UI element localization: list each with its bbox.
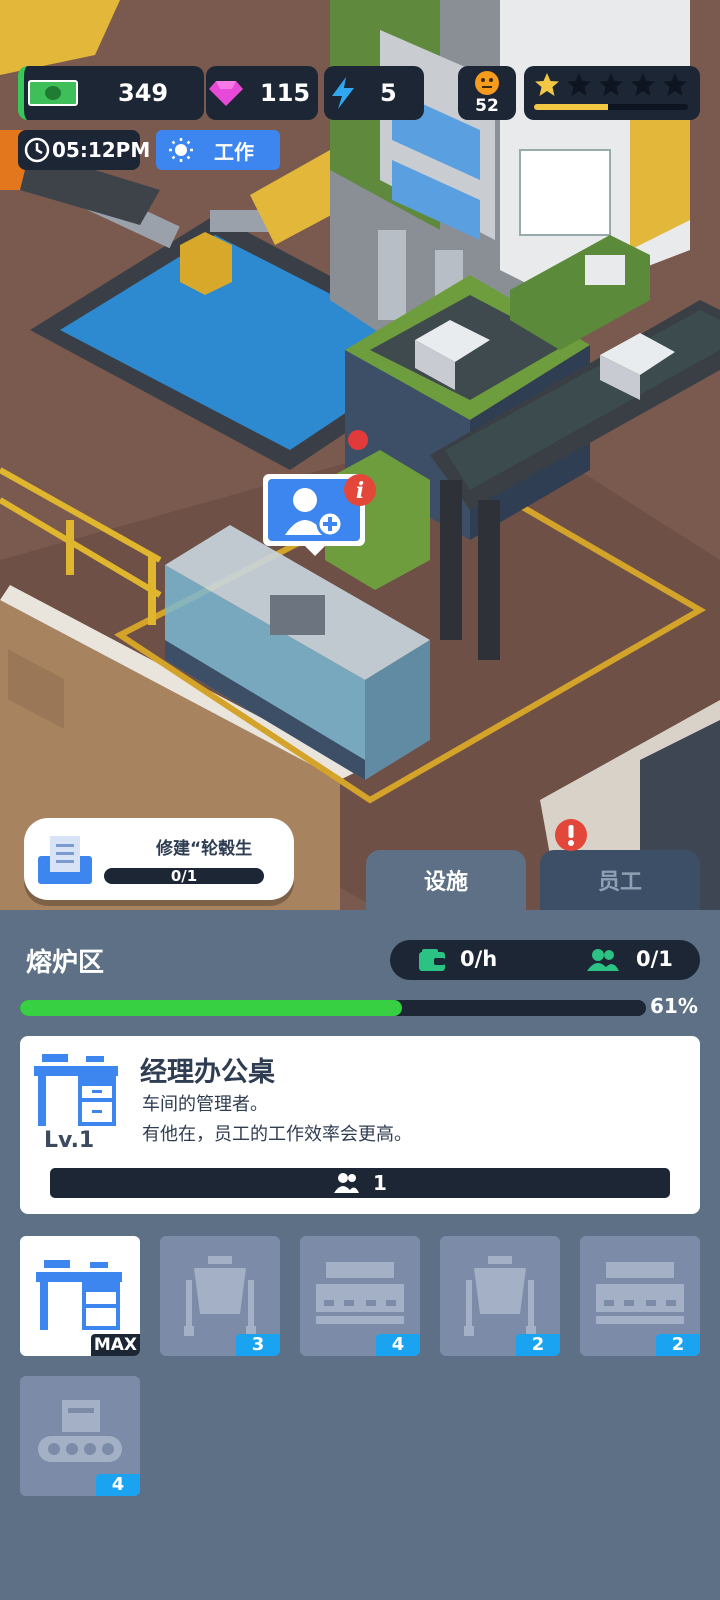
tab-staff[interactable]: 员工 [540,850,700,910]
gem-icon [208,79,244,107]
desk-icon [34,1054,118,1128]
workers-value: 0/1 [636,947,673,971]
task-document-icon [38,834,92,884]
furnace-icon [182,1256,258,1336]
task-title: 修建“轮毂生 [156,839,253,859]
facility-slot-furnace-2[interactable]: 2 [440,1236,560,1356]
zone-progress-bar [20,1000,646,1016]
gem-value: 115 [260,79,311,107]
mood-value: 52 [475,96,499,116]
mood-indicator[interactable]: 52 [458,66,516,120]
star-icon [630,72,656,102]
sun-icon [168,137,194,163]
slot-badge: 2 [516,1334,560,1356]
slot-badge: 3 [236,1334,280,1356]
facility-slot-press-1[interactable]: 4 [300,1236,420,1356]
zone-progress-percent: 61% [650,994,698,1018]
facility-panel: 熔炉区 0/h 0/1 61% Lv.1 经理办公桌 车间的管理者。 有他在，员… [0,910,720,1600]
star-rating[interactable] [524,66,700,120]
item-description-1: 车间的管理者。 [142,1094,268,1115]
cash-icon [28,79,78,107]
clock: 05:12PM [18,130,150,170]
zone-title: 熔炉区 [26,948,105,978]
zone-stats: 0/h 0/1 [390,940,700,980]
item-staff-count: 1 [373,1171,387,1195]
item-level: Lv.1 [44,1128,95,1153]
press-machine-icon [316,1262,404,1328]
build-task-card[interactable]: 修建“轮毂生 0/1 [24,818,294,900]
energy-value: 5 [380,79,397,107]
slot-badge: 4 [376,1334,420,1356]
slot-badge: 4 [96,1474,140,1496]
tab-facilities[interactable]: 设施 [366,850,526,910]
wallet-icon [418,948,446,972]
press-machine-icon [596,1262,684,1328]
smiley-icon [474,70,500,96]
task-progress-text: 0/1 [170,867,198,885]
star-icon [598,72,624,102]
zone-progress-fill [20,1000,402,1016]
star-icon [566,72,592,102]
star-icon [534,72,560,102]
gem-counter[interactable]: 115 [206,66,318,120]
item-description-2: 有他在，员工的工作效率会更高。 [142,1124,412,1145]
item-name: 经理办公桌 [140,1057,275,1088]
person-icon [333,1172,360,1194]
star-icon [662,72,688,102]
desk-icon [36,1258,122,1332]
facility-slot-desk[interactable]: MAX [20,1236,140,1356]
income-value: 0/h [460,947,498,971]
facility-slot-press-2[interactable]: 2 [580,1236,700,1356]
alert-icon [554,818,588,852]
facility-slot-furnace-1[interactable]: 3 [160,1236,280,1356]
tab-staff-label: 员工 [597,870,642,895]
svg-text:i: i [356,478,364,504]
star-progress-bar [534,104,688,110]
money-value: 349 [118,79,169,107]
clock-icon [24,137,50,163]
item-info-card: Lv.1 经理办公桌 车间的管理者。 有他在，员工的工作效率会更高。 1 [20,1036,700,1214]
time-value: 05:12PM [52,138,151,162]
item-staff-bar: 1 [50,1168,670,1198]
workers-icon [586,948,620,972]
slot-badge: MAX [90,1334,140,1356]
conveyor-machine-icon [38,1400,122,1468]
work-label: 工作 [214,139,254,164]
facility-slot-conveyor[interactable]: 4 [20,1376,140,1496]
slot-badge: 2 [656,1334,700,1356]
work-status-button[interactable]: 工作 [156,130,280,170]
money-counter[interactable]: 349 [18,66,204,120]
lightning-icon [330,76,356,110]
task-progress-bar: 0/1 [104,868,264,884]
tab-facilities-label: 设施 [423,870,468,895]
energy-counter[interactable]: 5 [324,66,424,120]
furnace-icon [462,1256,538,1336]
